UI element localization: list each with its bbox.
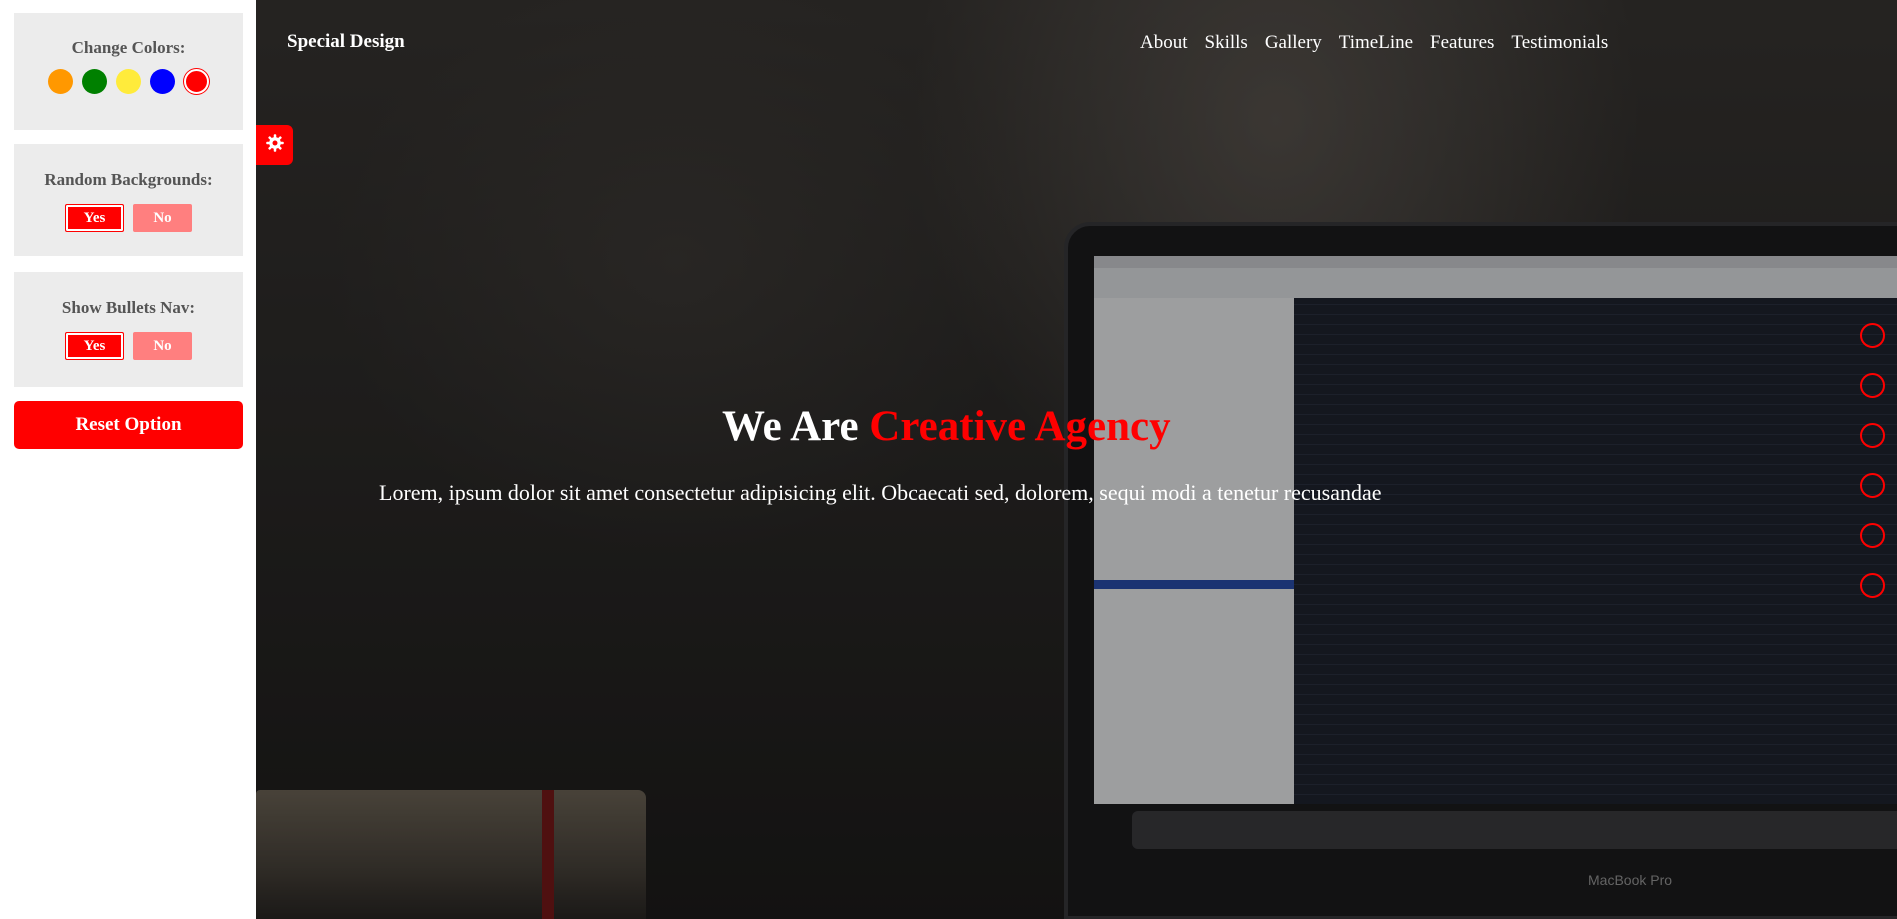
- dock: [1132, 811, 1897, 849]
- nav-testimonials[interactable]: Testimonials: [1511, 32, 1608, 54]
- show-bullets-option: Show Bullets Nav: Yes No: [14, 272, 243, 387]
- bullet-nav-item[interactable]: [1860, 423, 1885, 448]
- settings-box: Change Colors: Random Backgrounds: Yes N…: [0, 0, 256, 919]
- random-bg-yes-button[interactable]: Yes: [65, 204, 124, 232]
- gear-icon: [265, 133, 285, 158]
- reset-option-button[interactable]: Reset Option: [14, 401, 243, 449]
- bullet-nav-item[interactable]: [1860, 323, 1885, 348]
- color-swatch-green[interactable]: [82, 69, 107, 94]
- nav-features[interactable]: Features: [1430, 32, 1494, 54]
- random-backgrounds-label: Random Backgrounds:: [44, 170, 213, 189]
- random-backgrounds-option: Random Backgrounds: Yes No: [14, 144, 243, 256]
- laptop-screen: [1094, 256, 1897, 804]
- bullet-nav-item[interactable]: [1860, 573, 1885, 598]
- color-swatch-blue[interactable]: [150, 69, 175, 94]
- header: Special Design About Skills Gallery Time…: [256, 0, 1897, 90]
- random-bg-no-button[interactable]: No: [133, 204, 192, 232]
- bullet-nav-item[interactable]: [1860, 473, 1885, 498]
- bullet-nav-item[interactable]: [1860, 523, 1885, 548]
- book-image: [256, 790, 646, 919]
- change-colors-option: Change Colors:: [14, 13, 243, 130]
- color-swatch-orange[interactable]: [48, 69, 73, 94]
- nav-about[interactable]: About: [1140, 32, 1188, 54]
- laptop-image: MacBook Pro: [1064, 222, 1897, 919]
- nav-timeline[interactable]: TimeLine: [1339, 32, 1413, 54]
- main-nav: About Skills Gallery TimeLine Features T…: [1140, 32, 1625, 54]
- color-swatch-yellow[interactable]: [116, 69, 141, 94]
- show-bullets-label: Show Bullets Nav:: [61, 298, 196, 317]
- hero-title-prefix: We Are: [722, 403, 870, 450]
- color-swatches: [14, 69, 243, 94]
- bullet-nav-item[interactable]: [1860, 373, 1885, 398]
- logo[interactable]: Special Design: [287, 31, 405, 53]
- nav-skills[interactable]: Skills: [1205, 32, 1248, 54]
- nav-gallery[interactable]: Gallery: [1265, 32, 1322, 54]
- settings-toggle-button[interactable]: [256, 125, 293, 165]
- bullets-no-button[interactable]: No: [133, 332, 192, 360]
- hero-title-accent: Creative Agency: [869, 403, 1171, 450]
- change-colors-label: Change Colors:: [71, 38, 186, 57]
- bullets-yes-button[interactable]: Yes: [65, 332, 124, 360]
- laptop-brand-label: MacBook Pro: [1588, 872, 1673, 888]
- color-swatch-red[interactable]: [184, 69, 209, 94]
- hero-title: We Are Creative Agency: [722, 402, 1171, 451]
- bullets-nav: [1860, 323, 1885, 623]
- hero-description: Lorem, ipsum dolor sit amet consectetur …: [379, 480, 1382, 505]
- hero-background: MacBook Pro: [256, 0, 1897, 919]
